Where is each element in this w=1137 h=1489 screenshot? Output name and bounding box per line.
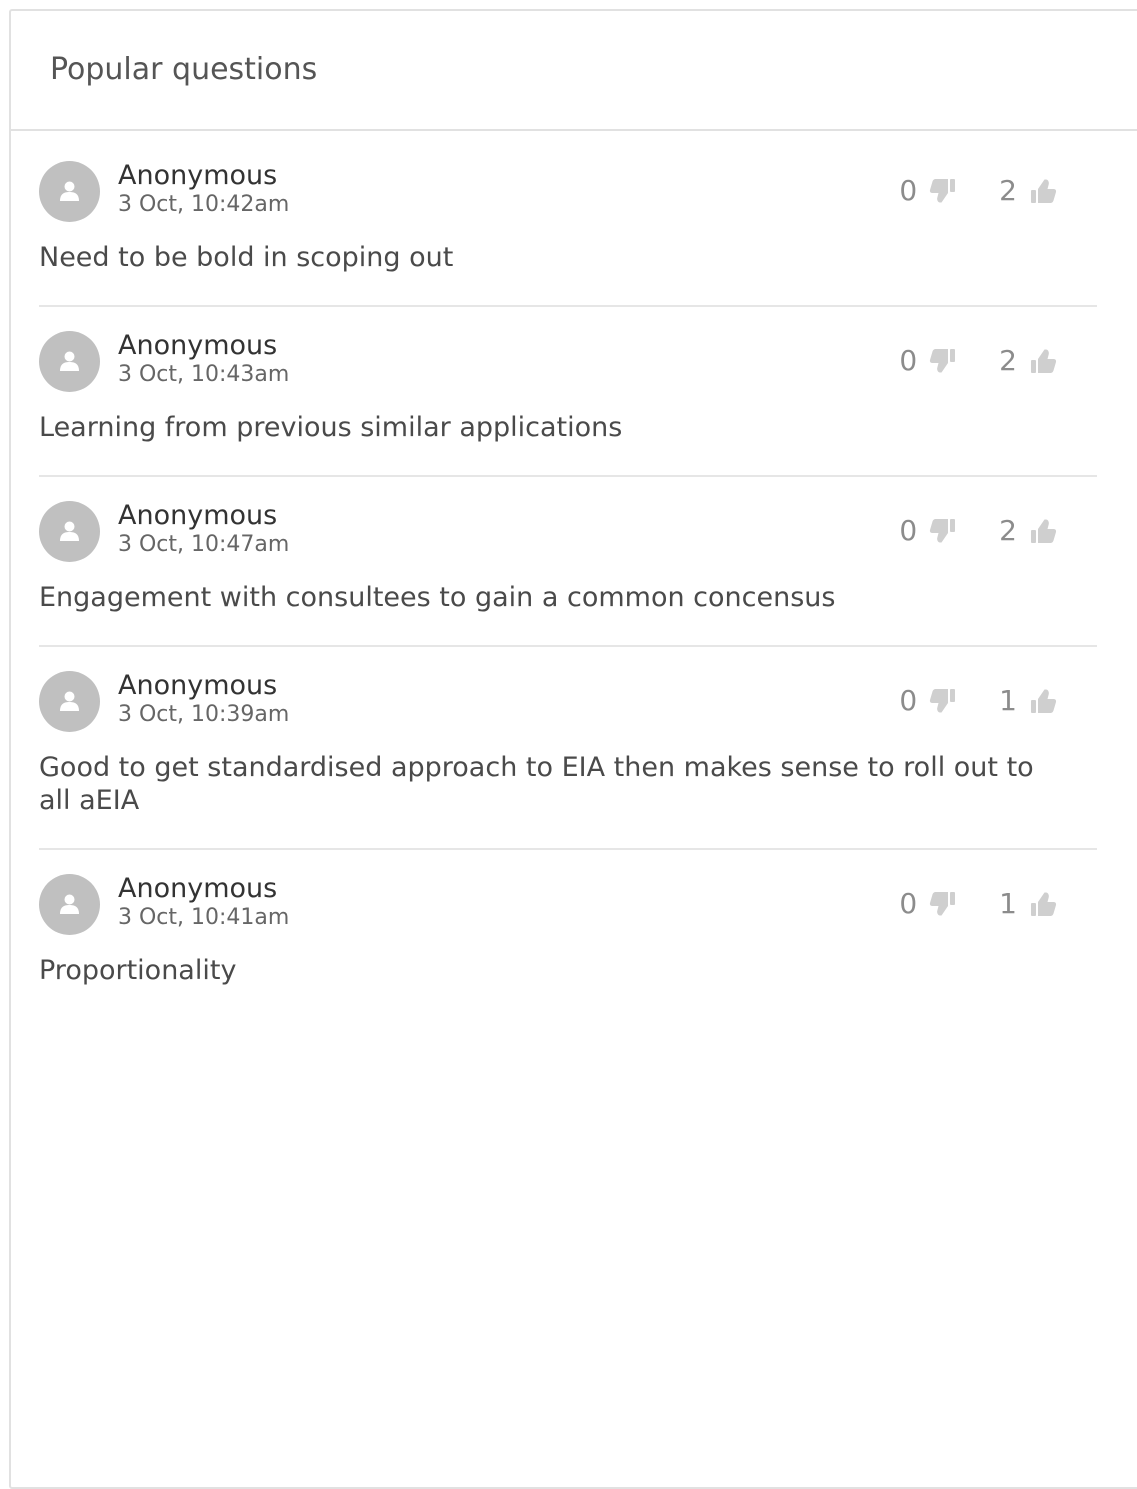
upvote-button[interactable]: 2 [999, 175, 1057, 207]
user-icon [60, 351, 79, 371]
avatar [39, 874, 100, 935]
thumbs-up-icon [1031, 349, 1057, 373]
question-text: Good to get standardised approach to EIA… [39, 752, 1034, 816]
avatar [39, 331, 100, 392]
avatar [39, 671, 100, 732]
timestamp: 3 Oct, 10:39am [118, 702, 290, 727]
thumbs-down-icon [930, 179, 956, 203]
question-list: Anonymous 3 Oct, 10:42am 0 2 Need to be … [39, 137, 1097, 1018]
downvote-button[interactable]: 0 [899, 515, 957, 547]
question-item: Anonymous 3 Oct, 10:39am 0 1 Good to get… [39, 647, 1097, 850]
thumbs-down-icon [930, 689, 956, 713]
upvote-button[interactable]: 2 [999, 345, 1057, 377]
vote-controls: 0 1 [899, 685, 1057, 717]
thumbs-down-icon [930, 519, 956, 543]
upvote-button[interactable]: 1 [999, 685, 1057, 717]
downvote-button[interactable]: 0 [899, 685, 957, 717]
vote-controls: 0 2 [899, 515, 1057, 547]
upvote-button[interactable]: 2 [999, 515, 1057, 547]
downvote-count: 0 [899, 174, 918, 207]
upvote-button[interactable]: 1 [999, 888, 1057, 920]
panel-header: Popular questions [11, 11, 1137, 131]
question-item: Anonymous 3 Oct, 10:47am 0 2 Engagement … [39, 477, 1097, 647]
question-header: Anonymous 3 Oct, 10:42am 0 2 [39, 160, 1097, 223]
question-item: Anonymous 3 Oct, 10:43am 0 2 Learning fr… [39, 307, 1097, 477]
thumbs-up-icon [1031, 519, 1057, 543]
downvote-count: 0 [899, 887, 918, 920]
question-header: Anonymous 3 Oct, 10:43am 0 2 [39, 330, 1097, 393]
downvote-count: 0 [899, 514, 918, 547]
user-icon [60, 181, 79, 201]
question-text: Engagement with consultees to gain a com… [39, 582, 836, 613]
question-item: Anonymous 3 Oct, 10:42am 0 2 Need to be … [39, 137, 1097, 307]
author-name: Anonymous [118, 500, 278, 531]
thumbs-up-icon [1031, 179, 1057, 203]
upvote-count: 2 [999, 514, 1017, 547]
question-text: Learning from previous similar applicati… [39, 412, 623, 443]
author-name: Anonymous [118, 330, 278, 361]
thumbs-up-icon [1031, 689, 1057, 713]
downvote-button[interactable]: 0 [899, 175, 957, 207]
upvote-count: 2 [999, 344, 1017, 377]
question-item: Anonymous 3 Oct, 10:41am 0 1 Proportiona… [39, 850, 1097, 1018]
thumbs-down-icon [930, 349, 956, 373]
thumbs-down-icon [930, 892, 956, 916]
upvote-count: 1 [999, 684, 1017, 717]
panel-title: Popular questions [50, 52, 318, 87]
user-icon [60, 521, 79, 541]
author-name: Anonymous [118, 873, 278, 904]
downvote-count: 0 [899, 684, 918, 717]
timestamp: 3 Oct, 10:41am [118, 905, 290, 930]
thumbs-up-icon [1031, 892, 1057, 916]
question-header: Anonymous 3 Oct, 10:47am 0 2 [39, 500, 1097, 563]
downvote-count: 0 [899, 344, 918, 377]
question-header: Anonymous 3 Oct, 10:39am 0 1 [39, 670, 1097, 733]
author-name: Anonymous [118, 670, 278, 701]
avatar [39, 501, 100, 562]
question-text: Proportionality [39, 955, 237, 986]
author-name: Anonymous [118, 160, 278, 191]
vote-controls: 0 1 [899, 888, 1057, 920]
downvote-button[interactable]: 0 [899, 888, 957, 920]
vote-controls: 0 2 [899, 345, 1057, 377]
downvote-button[interactable]: 0 [899, 345, 957, 377]
upvote-count: 1 [999, 887, 1017, 920]
timestamp: 3 Oct, 10:47am [118, 532, 290, 557]
upvote-count: 2 [999, 174, 1017, 207]
timestamp: 3 Oct, 10:42am [118, 192, 290, 217]
user-icon [60, 691, 79, 711]
avatar [39, 161, 100, 222]
vote-controls: 0 2 [899, 175, 1057, 207]
timestamp: 3 Oct, 10:43am [118, 362, 290, 387]
question-header: Anonymous 3 Oct, 10:41am 0 1 [39, 873, 1097, 936]
user-icon [60, 894, 79, 914]
question-text: Need to be bold in scoping out [39, 242, 454, 273]
